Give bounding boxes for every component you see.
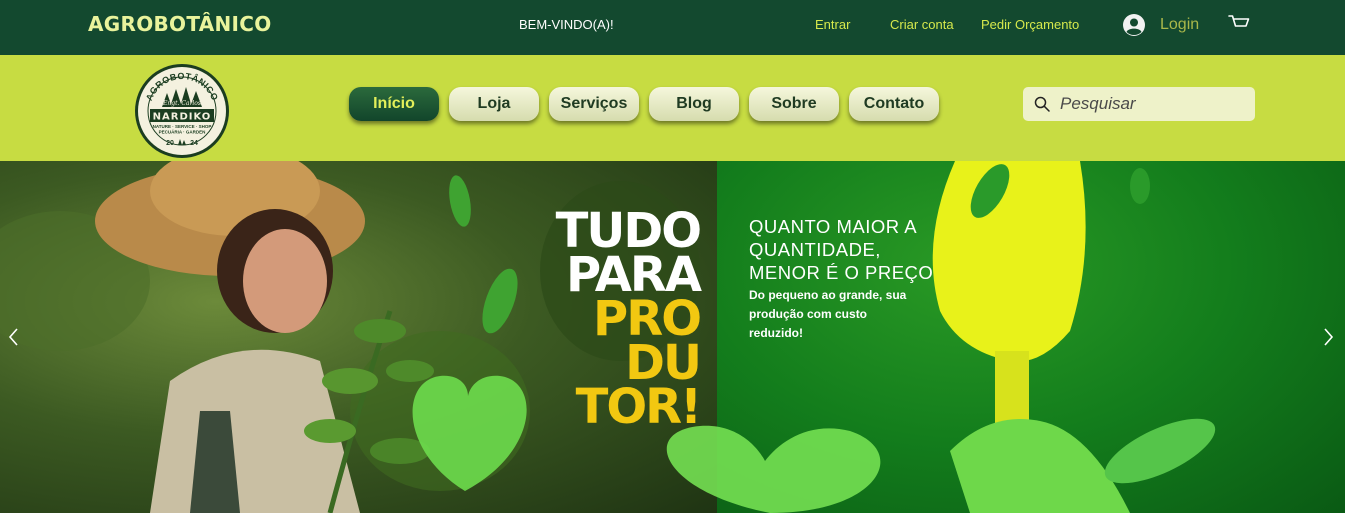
svg-text:Engt. Carlos: Engt. Carlos — [162, 100, 201, 107]
chevron-right-icon[interactable] — [1322, 326, 1336, 348]
criar-conta-link[interactable]: Criar conta — [890, 17, 954, 32]
promo-title: QUANTO MAIOR A QUANTIDADE, MENOR É O PRE… — [749, 216, 934, 283]
brand-name[interactable]: AGROBOTÂNICO — [88, 12, 272, 36]
nav-servicos[interactable]: Serviços — [549, 87, 639, 121]
chevron-left-icon[interactable] — [6, 326, 20, 348]
nav-blog[interactable]: Blog — [649, 87, 739, 121]
nav-contato[interactable]: Contato — [849, 87, 939, 121]
promo-subtitle: Do pequeno ao grande, sua produção com c… — [749, 288, 907, 340]
headline-line-5: TOR! — [575, 379, 702, 435]
svg-text:20: 20 — [166, 140, 174, 147]
svg-text:24: 24 — [190, 140, 198, 147]
svg-text:NATURE · SERVICE · SHOP: NATURE · SERVICE · SHOP — [153, 124, 212, 129]
search-icon — [1034, 96, 1050, 112]
nardiko-logo[interactable]: AGROBOTÂNICO Engt. Carlos NARDIKO NATURE… — [134, 63, 230, 159]
nav-loja[interactable]: Loja — [449, 87, 539, 121]
login-label: Login — [1160, 16, 1200, 33]
nav-band: AGROBOTÂNICO Engt. Carlos NARDIKO NATURE… — [0, 55, 1345, 161]
hero-headline: TUDO PARA PRO DU TOR! — [556, 207, 702, 435]
cart-icon[interactable] — [1228, 13, 1250, 33]
hero-slideshow: TUDO PARA PRO DU TOR! QUANTO MAIOR A QUA… — [0, 161, 1345, 513]
user-avatar-icon — [1123, 14, 1145, 36]
top-bar: AGROBOTÂNICO BEM-VINDO(A)! Entrar Criar … — [0, 0, 1345, 55]
pedir-orcamento-link[interactable]: Pedir Orçamento — [981, 17, 1079, 32]
nav-sobre[interactable]: Sobre — [749, 87, 839, 121]
nav-inicio[interactable]: Início — [349, 87, 439, 121]
svg-text:PECUÁRIA · GARDEN: PECUÁRIA · GARDEN — [159, 129, 206, 135]
svg-text:NARDIKO: NARDIKO — [153, 112, 212, 123]
entrar-link[interactable]: Entrar — [815, 17, 850, 32]
search-input[interactable] — [1060, 87, 1250, 121]
welcome-text: BEM-VINDO(A)! — [519, 17, 614, 32]
search-box — [1023, 87, 1255, 121]
login-button[interactable]: Login — [1123, 12, 1199, 38]
